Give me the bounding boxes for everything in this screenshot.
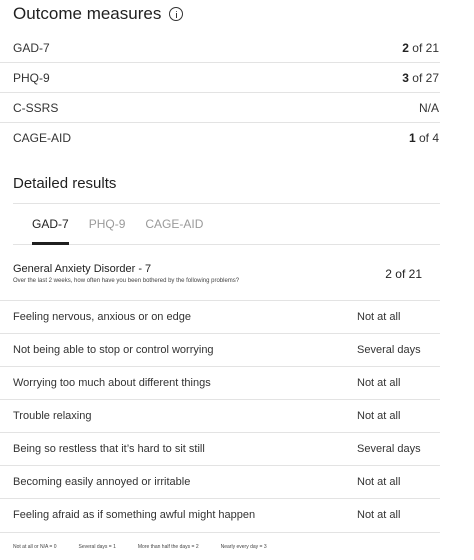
question-text: Not being able to stop or control worryi… [13, 344, 214, 356]
assessment-total-score: 2 of 21 [385, 267, 422, 281]
question-answer: Not at all [357, 410, 401, 422]
question-text: Worrying too much about different things [13, 377, 211, 389]
result-tabs: GAD-7 PHQ-9 CAGE-AID [13, 203, 440, 245]
question-answer: Several days [357, 443, 421, 455]
tab-cage-aid[interactable]: CAGE-AID [145, 204, 203, 244]
question-answer: Not at all [357, 377, 401, 389]
outcome-score-max: of 4 [415, 131, 439, 145]
legend-item: Nearly every day = 3 [220, 543, 267, 550]
question-row: Becoming easily annoyed or irritable Not… [0, 465, 440, 498]
outcome-name: GAD-7 [13, 40, 50, 55]
question-answer: Not at all [357, 509, 401, 521]
outcome-row-cage-aid: CAGE-AID 1 of 4 [0, 123, 440, 153]
outcome-row-phq9: PHQ-9 3 of 27 [0, 63, 440, 93]
outcome-score: 1 of 4 [409, 131, 439, 145]
info-icon[interactable] [169, 7, 184, 21]
detailed-results-title: Detailed results [13, 175, 117, 192]
outcome-name: CAGE-AID [13, 131, 72, 145]
outcome-score: N/A [419, 101, 439, 115]
outcome-measures-list: GAD-7 2 of 21 PHQ-9 3 of 27 C-SSRS N/A C… [0, 33, 440, 153]
legend-item: Not at all or N/A = 0 [13, 543, 57, 550]
legend-item: More than half the days = 2 [137, 543, 199, 550]
question-answer: Several days [357, 344, 421, 356]
question-row: Worrying too much about different things… [0, 366, 440, 399]
outcome-score-max: of 27 [408, 70, 439, 85]
outcome-score: 3 of 27 [402, 71, 439, 85]
outcome-measures-title: Outcome measures [13, 4, 184, 24]
outcome-score-value: 1 [408, 131, 416, 145]
outcome-score-max: of 21 [408, 40, 439, 55]
assessment-name: General Anxiety Disorder - 7 [13, 263, 152, 275]
outcome-score: 2 of 21 [402, 41, 439, 55]
tab-gad7[interactable]: GAD-7 [32, 204, 69, 245]
question-text: Being so restless that it’s hard to sit … [13, 443, 205, 455]
question-row: Not being able to stop or control worryi… [0, 333, 440, 366]
question-text: Feeling nervous, anxious or on edge [13, 311, 191, 323]
question-text: Trouble relaxing [13, 410, 92, 422]
question-text: Feeling afraid as if something awful mig… [13, 509, 256, 521]
question-row: Feeling afraid as if something awful mig… [0, 498, 440, 531]
question-text: Becoming easily annoyed or irritable [13, 476, 191, 488]
question-answer: Not at all [357, 476, 401, 488]
outcome-score-value: 2 [402, 40, 409, 55]
outcome-score-value: 3 [402, 70, 409, 85]
assessment-instructions: Over the last 2 weeks, how often have yo… [13, 278, 240, 284]
question-answer: Not at all [357, 311, 401, 323]
tab-phq9[interactable]: PHQ-9 [89, 204, 126, 244]
question-row: Being so restless that it’s hard to sit … [0, 432, 440, 465]
scoring-legend: Not at all or N/A = 0 Several days = 1 M… [0, 532, 440, 560]
question-row: Trouble relaxing Not at all [0, 399, 440, 432]
outcome-row-gad7: GAD-7 2 of 21 [0, 33, 440, 63]
outcome-name: PHQ-9 [13, 70, 50, 85]
outcome-name: C-SSRS [13, 100, 59, 115]
outcome-score-max: N/A [418, 100, 439, 115]
outcome-row-cssrs: C-SSRS N/A [0, 93, 440, 123]
legend-item: Several days = 1 [78, 543, 116, 550]
question-row: Feeling nervous, anxious or on edge Not … [0, 300, 440, 333]
outcome-measures-label: Outcome measures [13, 4, 162, 23]
assessment-header: General Anxiety Disorder - 7 Over the la… [13, 263, 440, 284]
question-list: Feeling nervous, anxious or on edge Not … [0, 300, 440, 531]
